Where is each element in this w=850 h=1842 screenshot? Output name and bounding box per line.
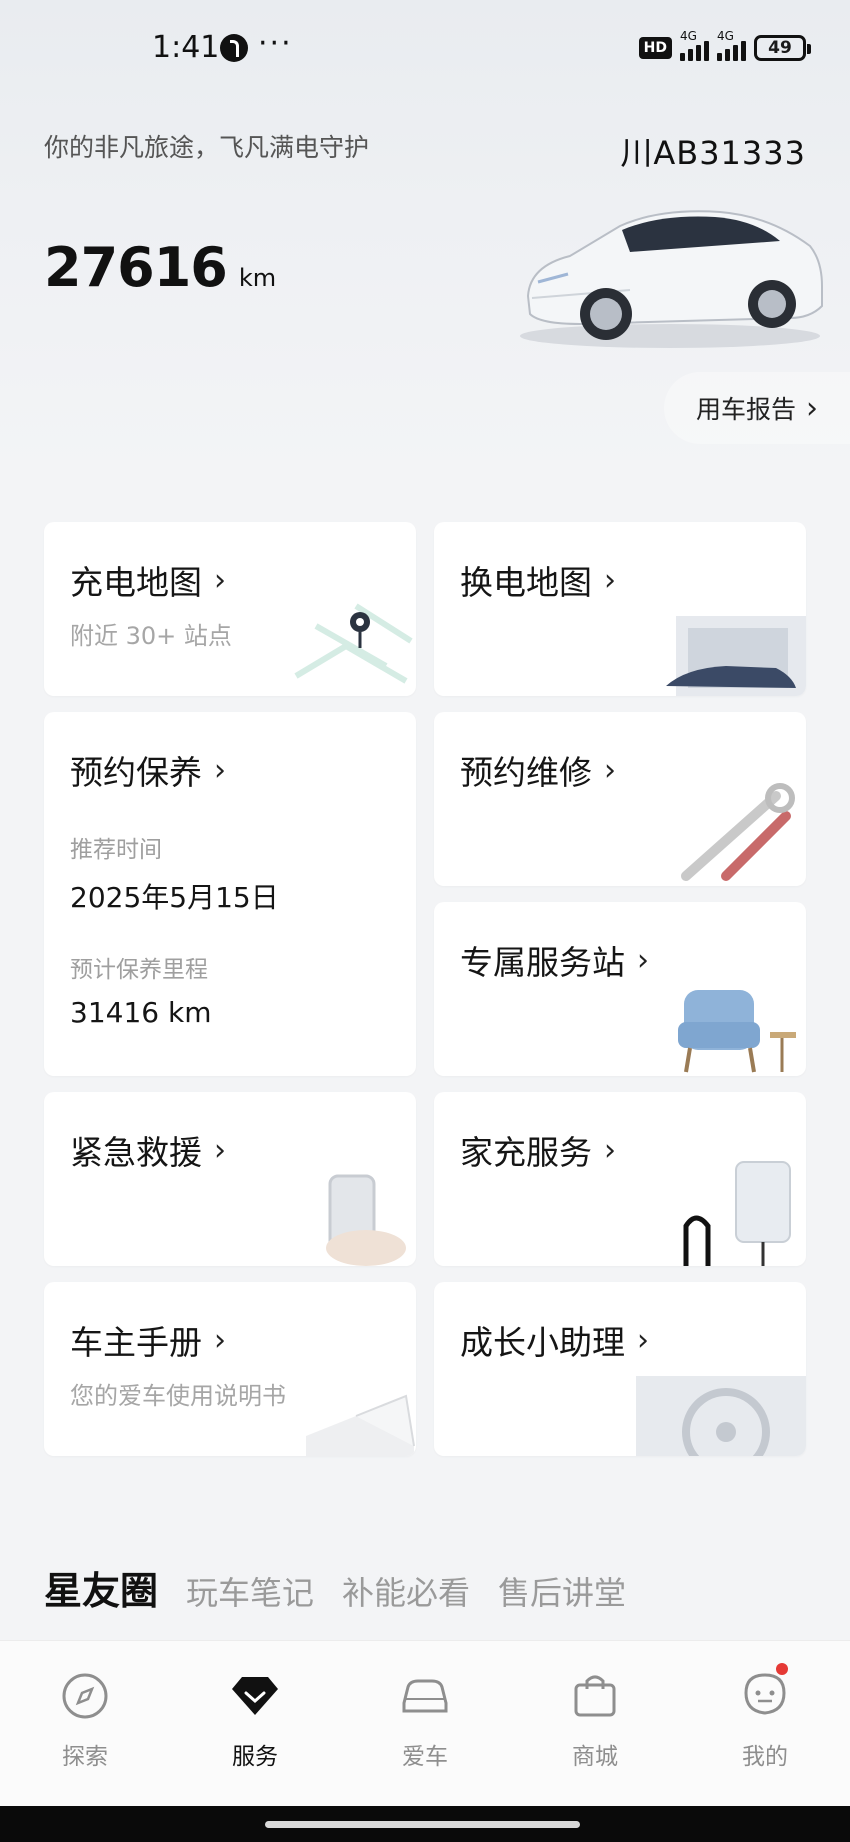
battery-swap-map-card[interactable]: 换电地图 › bbox=[434, 522, 806, 696]
wall-charger-image bbox=[683, 1161, 791, 1266]
nav-mine-label: 我的 bbox=[742, 1744, 788, 1770]
chevron-right-icon: › bbox=[637, 1322, 649, 1358]
status-time: 1:41 bbox=[152, 30, 220, 65]
nav-explore[interactable]: 探索 bbox=[0, 1641, 170, 1806]
home-charge-title: 家充服务 bbox=[460, 1133, 592, 1172]
home-indicator bbox=[0, 1806, 850, 1842]
chevron-right-icon: › bbox=[604, 752, 616, 788]
battery-level: 49 bbox=[768, 38, 792, 58]
emergency-rescue-card[interactable]: 紧急救援 › bbox=[44, 1092, 416, 1266]
repair-title: 预约维修 bbox=[460, 753, 592, 792]
wrench-icon bbox=[681, 783, 795, 881]
charging-map-card[interactable]: 充电地图 › 附近 30+ 站点 bbox=[44, 522, 416, 696]
tiktok-icon bbox=[220, 34, 248, 62]
owner-manual-card[interactable]: 车主手册 › 您的爱车使用说明书 bbox=[44, 1282, 416, 1456]
signal-icon: 4G bbox=[717, 29, 746, 61]
nav-mall-label: 商城 bbox=[572, 1744, 618, 1770]
armchair-image bbox=[678, 990, 796, 1073]
charging-map-subtitle: 附近 30+ 站点 bbox=[70, 622, 232, 650]
maintenance-mileage-value: 31416 km bbox=[70, 996, 212, 1029]
assistant-title: 成长小助理 bbox=[460, 1323, 625, 1362]
license-plate[interactable]: 川AB31333 bbox=[620, 128, 806, 174]
nav-service-label: 服务 bbox=[232, 1744, 278, 1770]
maintenance-mileage-label: 预计保养里程 bbox=[70, 957, 208, 983]
battery-icon: 49 bbox=[754, 35, 811, 61]
notification-dot bbox=[776, 1663, 788, 1675]
profile-icon bbox=[744, 1673, 786, 1715]
compass-icon bbox=[62, 1673, 108, 1719]
manual-title: 车主手册 bbox=[70, 1323, 202, 1362]
growth-assistant-card[interactable]: 成长小助理 › bbox=[434, 1282, 806, 1456]
exclusive-service-station-card[interactable]: 专属服务站 › bbox=[434, 902, 806, 1076]
community-tabs: 星友圈 玩车笔记 补能必看 售后讲堂 bbox=[44, 1560, 626, 1615]
chevron-right-icon: › bbox=[214, 752, 226, 788]
nav-service[interactable]: 服务 bbox=[170, 1641, 340, 1806]
nav-mine[interactable]: 我的 bbox=[680, 1641, 850, 1806]
swap-map-title: 换电地图 bbox=[460, 563, 592, 602]
repair-booking-card[interactable]: 预约维修 › bbox=[434, 712, 806, 886]
recommended-time-label: 推荐时间 bbox=[70, 837, 162, 863]
service-station-title: 专属服务站 bbox=[460, 943, 625, 982]
nav-my-car[interactable]: 爱车 bbox=[340, 1641, 510, 1806]
nav-mall[interactable]: 商城 bbox=[510, 1641, 680, 1806]
tab-charging-tips[interactable]: 补能必看 bbox=[342, 1568, 470, 1614]
bottom-navigation: 探索 服务 爱车 商城 我的 bbox=[0, 1640, 850, 1806]
diamond-icon bbox=[232, 1677, 278, 1715]
chevron-right-icon: › bbox=[214, 562, 226, 598]
phone-in-hand-image bbox=[326, 1174, 406, 1266]
manual-subtitle: 您的爱车使用说明书 bbox=[70, 1382, 286, 1410]
more-indicator: ··· bbox=[258, 26, 293, 61]
slogan-text: 你的非凡旅途，飞凡满电守护 bbox=[44, 133, 370, 162]
chevron-right-icon: › bbox=[806, 390, 819, 426]
tab-car-notes[interactable]: 玩车笔记 bbox=[186, 1568, 314, 1614]
tab-star-friends[interactable]: 星友圈 bbox=[44, 1560, 158, 1615]
steering-wheel-image bbox=[636, 1376, 806, 1456]
status-bar: 1:41 ··· HD 4G 4G 49 bbox=[0, 0, 850, 96]
car-icon bbox=[402, 1679, 448, 1713]
nav-my-car-label: 爱车 bbox=[402, 1744, 448, 1770]
rescue-title: 紧急救援 bbox=[70, 1133, 202, 1172]
home-charging-card[interactable]: 家充服务 › bbox=[434, 1092, 806, 1266]
signal-icon: 4G bbox=[680, 29, 709, 61]
map-pin-icon bbox=[294, 603, 413, 684]
chevron-right-icon: › bbox=[214, 1132, 226, 1168]
nav-explore-label: 探索 bbox=[62, 1744, 108, 1770]
recommended-time-value: 2025年5月15日 bbox=[70, 881, 279, 914]
car-image[interactable] bbox=[510, 186, 830, 356]
total-mileage: 27616 km bbox=[44, 236, 276, 299]
mileage-unit: km bbox=[238, 264, 277, 292]
usage-report-button[interactable]: 用车报告 › bbox=[664, 372, 850, 444]
chevron-right-icon: › bbox=[214, 1322, 226, 1358]
chevron-right-icon: › bbox=[604, 562, 616, 598]
shopping-bag-icon bbox=[574, 1675, 616, 1717]
tab-after-sales[interactable]: 售后讲堂 bbox=[498, 1568, 626, 1614]
maintenance-title: 预约保养 bbox=[70, 753, 202, 792]
usage-report-label: 用车报告 bbox=[696, 395, 797, 424]
swap-station-image bbox=[666, 616, 806, 696]
mileage-value: 27616 bbox=[44, 236, 228, 299]
chevron-right-icon: › bbox=[637, 942, 649, 978]
charging-map-title: 充电地图 bbox=[70, 563, 202, 602]
maintenance-booking-card[interactable]: 预约保养 › 推荐时间 2025年5月15日 预计保养里程 31416 km bbox=[44, 712, 416, 1076]
hd-icon: HD bbox=[638, 37, 672, 59]
chevron-right-icon: › bbox=[604, 1132, 616, 1168]
book-image bbox=[306, 1394, 415, 1456]
